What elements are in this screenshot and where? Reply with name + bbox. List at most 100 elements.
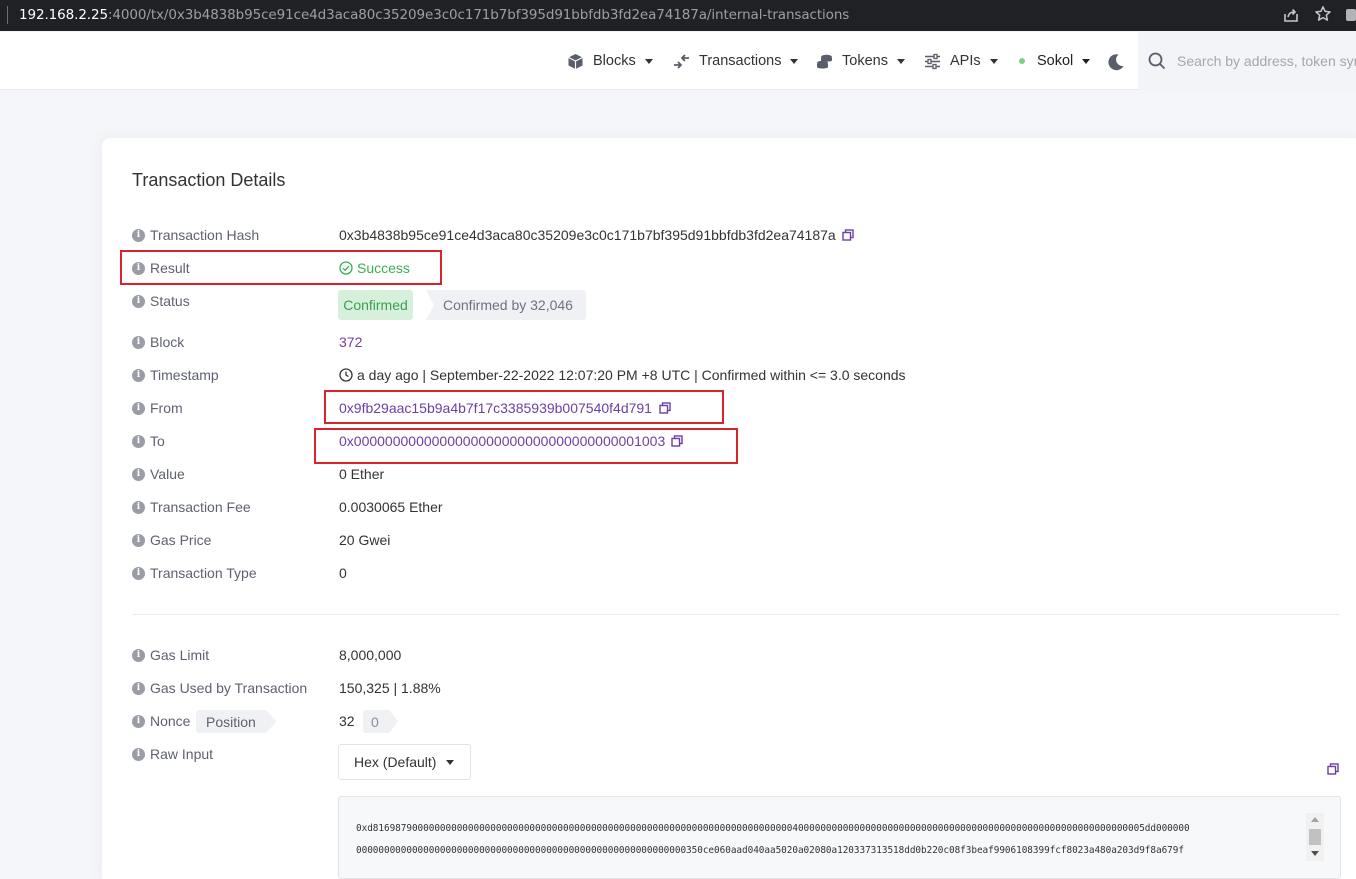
search-bar[interactable]: [1138, 32, 1356, 90]
label-status: i Status: [132, 292, 190, 310]
label-text: From: [150, 400, 183, 416]
label-text: Gas Limit: [150, 647, 210, 663]
info-icon[interactable]: i: [132, 261, 145, 275]
chevron-down-icon: [790, 58, 799, 64]
label-from: i From: [132, 399, 183, 417]
label-text: Gas Used by Transaction: [150, 680, 308, 696]
value-block: 372: [339, 333, 362, 351]
info-icon[interactable]: i: [132, 681, 145, 695]
raw-format-label: Hex (Default): [354, 754, 437, 770]
url-text[interactable]: 192.168.2.25:4000/tx/0x3b4838b95ce91ce4d…: [19, 7, 849, 23]
extension-icon[interactable]: [1346, 9, 1356, 21]
info-icon[interactable]: i: [132, 648, 145, 662]
value-transaction-fee: 0.0030065 Ether: [339, 499, 443, 515]
url-host: 192.168.2.25: [19, 7, 108, 23]
cube-icon: [568, 53, 583, 69]
nav-network-selector[interactable]: Sokol: [1019, 51, 1091, 71]
page-title: Transaction Details: [132, 170, 286, 190]
info-icon[interactable]: i: [132, 714, 145, 728]
copy-icon[interactable]: [842, 229, 854, 241]
info-icon[interactable]: i: [132, 434, 145, 448]
coins-icon: [817, 54, 832, 68]
label-text: Transaction Hash: [150, 227, 260, 243]
label-text: Timestamp: [150, 367, 219, 383]
value-nonce: 32: [339, 713, 355, 729]
label-text: Nonce: [150, 713, 191, 729]
result-success: Success: [339, 260, 410, 276]
info-icon[interactable]: i: [132, 294, 145, 308]
nav-tokens-label: Tokens: [842, 53, 888, 69]
bookmark-star-icon[interactable]: [1314, 5, 1332, 23]
info-icon[interactable]: i: [132, 747, 145, 761]
label-text: Transaction Type: [150, 565, 257, 581]
chevron-down-icon: [1082, 58, 1091, 64]
chevron-down-icon: [644, 58, 653, 64]
transaction-hash-text: 0x3b4838b95ce91ce4d3aca80c35209e3c0c171b…: [339, 227, 836, 243]
position-label-badge: Position: [196, 710, 276, 733]
raw-input-format-dropdown[interactable]: Hex (Default): [338, 744, 471, 780]
share-icon[interactable]: [1282, 6, 1300, 24]
info-icon[interactable]: i: [132, 228, 145, 242]
label-gas-used: i Gas Used by Transaction: [132, 679, 307, 697]
nav-blocks[interactable]: Blocks: [567, 51, 653, 71]
label-raw-input: i Raw Input: [132, 745, 213, 763]
label-block: i Block: [132, 333, 184, 351]
raw-input-textarea[interactable]: 0xd8169879000000000000000000000000000000…: [338, 796, 1341, 879]
label-text: Transaction Fee: [150, 499, 251, 515]
value-gas-limit: 8,000,000: [339, 647, 402, 663]
to-address-link[interactable]: 0x00000000000000000000000000000000000010…: [339, 433, 665, 449]
status-badge: Confirmed: [338, 290, 413, 320]
dark-mode-moon-icon[interactable]: [1106, 52, 1126, 72]
info-icon[interactable]: i: [132, 467, 145, 481]
label-nonce: i Nonce: [132, 712, 190, 730]
label-text: Raw Input: [150, 746, 214, 762]
info-icon[interactable]: i: [132, 368, 145, 382]
value-to: 0x00000000000000000000000000000000000010…: [339, 432, 683, 450]
browser-address-bar[interactable]: 192.168.2.25:4000/tx/0x3b4838b95ce91ce4d…: [0, 0, 1356, 31]
label-transaction-fee: i Transaction Fee: [132, 498, 251, 516]
timestamp-text: a day ago | September-22-2022 12:07:20 P…: [357, 367, 906, 383]
value-gas-price: 20 Gwei: [339, 532, 391, 548]
copy-icon[interactable]: [671, 435, 683, 447]
value-timestamp: a day ago | September-22-2022 12:07:20 P…: [339, 366, 906, 384]
scroll-up-arrow-icon[interactable]: [1311, 817, 1319, 822]
section-divider: [132, 614, 1340, 615]
value-transaction-hash: 0x3b4838b95ce91ce4d3aca80c35209e3c0c171b…: [339, 226, 854, 244]
nav-network-label: Sokol: [1037, 53, 1074, 69]
url-path: :4000/tx/0x3b4838b95ce91ce4d3aca80c35209…: [107, 7, 850, 23]
label-to: i To: [132, 432, 165, 450]
label-text: Gas Price: [150, 532, 212, 548]
label-gas-price: i Gas Price: [132, 531, 211, 549]
search-input[interactable]: [1177, 50, 1356, 72]
value-value: 0 Ether: [339, 466, 385, 482]
check-circle-icon: [339, 261, 353, 275]
label-value: i Value: [132, 465, 185, 483]
label-transaction-type: i Transaction Type: [132, 564, 257, 582]
label-text: To: [150, 433, 165, 449]
transaction-details-card: [102, 138, 1356, 879]
address-bar-edge: [7, 6, 8, 24]
network-status-dot: [1019, 58, 1025, 64]
info-icon[interactable]: i: [132, 500, 145, 514]
chevron-down-icon: [446, 759, 455, 765]
value-from: 0x9fb29aac15b9a4b7f17c3385939b007540f4d7…: [339, 399, 671, 417]
scroll-down-arrow-icon[interactable]: [1311, 851, 1319, 856]
nav-transactions[interactable]: Transactions: [673, 51, 799, 71]
copy-icon[interactable]: [659, 402, 671, 414]
scrollbar-thumb[interactable]: [1309, 829, 1321, 845]
nav-tokens[interactable]: Tokens: [816, 51, 905, 71]
value-gas-used: 150,325 | 1.88%: [339, 680, 441, 696]
from-address-link[interactable]: 0x9fb29aac15b9a4b7f17c3385939b007540f4d7…: [339, 400, 652, 416]
info-icon[interactable]: i: [132, 533, 145, 547]
info-icon[interactable]: i: [132, 566, 145, 580]
block-link[interactable]: 372: [339, 334, 362, 350]
nav-apis[interactable]: APIs: [924, 51, 998, 71]
info-icon[interactable]: i: [132, 335, 145, 349]
nav-blocks-label: Blocks: [593, 53, 636, 69]
copy-icon[interactable]: [1327, 763, 1339, 775]
info-icon[interactable]: i: [132, 401, 145, 415]
label-text: Result: [150, 260, 190, 276]
clock-icon: [339, 368, 353, 382]
raw-input-line: 0000000000000000000000000000000000000000…: [356, 845, 1184, 856]
label-text: Status: [150, 293, 190, 309]
